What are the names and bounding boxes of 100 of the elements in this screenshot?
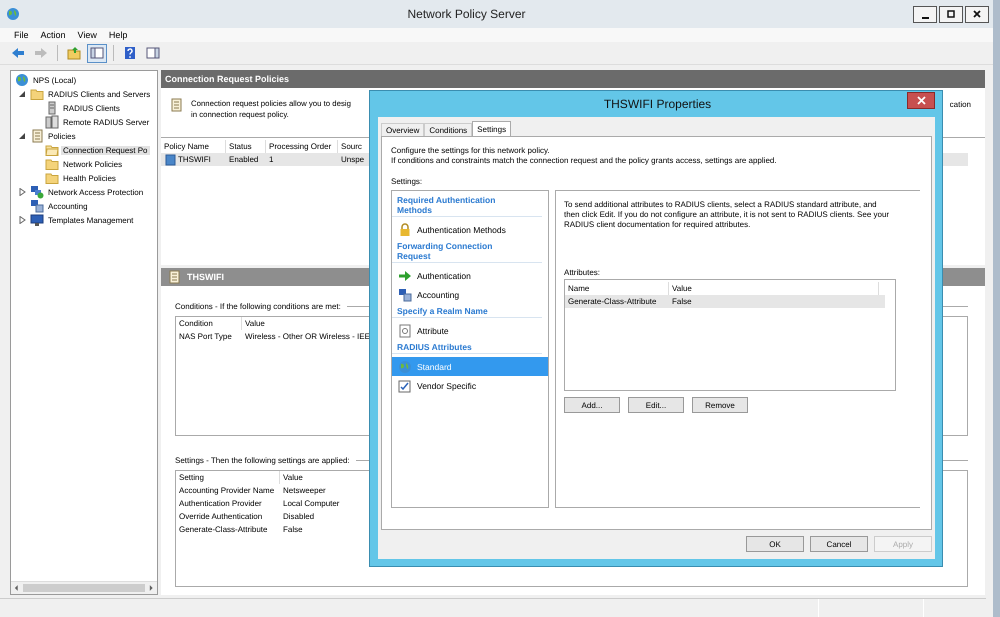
table-cell-text: Override Authentication bbox=[178, 512, 264, 521]
settings-item[interactable]: Attribute bbox=[392, 321, 548, 340]
field-label: Attributes: bbox=[564, 268, 602, 277]
expander-icon[interactable] bbox=[18, 216, 28, 224]
field-label: Settings: bbox=[391, 177, 424, 186]
attribute-button[interactable]: Remove bbox=[692, 397, 748, 413]
description-text: cation bbox=[950, 100, 971, 109]
category-heading: Required Authentication Methods bbox=[392, 193, 542, 217]
expander-icon[interactable] bbox=[18, 90, 28, 98]
monitor-icon bbox=[30, 213, 44, 227]
table-cell: Enabled bbox=[229, 155, 258, 164]
tree-item[interactable]: Policies bbox=[46, 132, 78, 140]
table-cell-text: Disabled bbox=[282, 512, 316, 521]
globe-icon bbox=[15, 73, 29, 87]
maximize-icon bbox=[946, 9, 956, 19]
panel-button[interactable] bbox=[87, 44, 107, 62]
scrollbar-thumb[interactable] bbox=[22, 584, 146, 592]
tree-item[interactable]: Templates Management bbox=[46, 216, 136, 224]
menu-item[interactable]: Action bbox=[40, 30, 66, 40]
section-label: Conditions - If the following conditions are met: bbox=[175, 302, 341, 310]
category-heading: Specify a Realm Name bbox=[392, 304, 542, 318]
expander-icon[interactable] bbox=[18, 188, 28, 196]
settings-item[interactable]: Authentication bbox=[392, 266, 548, 285]
policy-icon bbox=[164, 154, 176, 166]
table-cell-text: Accounting Provider Name bbox=[178, 486, 276, 495]
close-icon bbox=[916, 96, 926, 104]
document-icon bbox=[167, 270, 181, 284]
settings-item[interactable]: Authentication Methods bbox=[392, 220, 548, 239]
lock-icon bbox=[398, 222, 412, 236]
settings-item[interactable]: Accounting bbox=[392, 285, 548, 304]
dialog-button[interactable]: Cancel bbox=[810, 536, 868, 552]
close-button[interactable] bbox=[965, 6, 989, 22]
section-label: Settings - Then the following settings are applied: bbox=[175, 456, 350, 464]
expander-icon[interactable] bbox=[18, 132, 28, 140]
table-cell-text: Local Computer bbox=[282, 499, 340, 508]
tree-item[interactable]: Network Access Protection bbox=[46, 188, 146, 196]
close-icon bbox=[972, 9, 982, 19]
help-icon bbox=[123, 46, 137, 60]
attribute-button[interactable]: Add... bbox=[564, 397, 620, 413]
document-icon bbox=[30, 129, 44, 143]
menu-item[interactable]: View bbox=[78, 30, 97, 40]
panel-icon bbox=[90, 46, 104, 60]
column-header[interactable]: Condition bbox=[176, 317, 242, 330]
tree-item[interactable]: RADIUS Clients bbox=[61, 104, 122, 112]
forward-arrow-icon bbox=[34, 46, 48, 60]
maximize-button[interactable] bbox=[939, 6, 963, 22]
section-title: THSWIFI bbox=[187, 272, 224, 282]
folder-icon bbox=[45, 171, 59, 185]
column-header[interactable]: Setting bbox=[176, 471, 280, 484]
folder-icon bbox=[45, 157, 59, 171]
minimize-button[interactable] bbox=[913, 6, 937, 22]
window-title: Network Policy Server bbox=[406, 7, 527, 21]
table-cell-text: NAS Port Type bbox=[178, 332, 233, 341]
tree-item[interactable]: RADIUS Clients and Servers bbox=[46, 90, 152, 98]
document-icon bbox=[169, 98, 183, 112]
tree-item[interactable]: Remote RADIUS Server bbox=[61, 118, 152, 126]
category-heading: RADIUS Attributes bbox=[392, 340, 542, 354]
tree-item[interactable]: Health Policies bbox=[61, 174, 118, 182]
close-button[interactable] bbox=[907, 92, 935, 108]
checkbox-icon bbox=[398, 378, 412, 392]
panel-icon bbox=[146, 46, 160, 60]
tree-item[interactable]: Accounting bbox=[46, 202, 90, 210]
tree-item[interactable]: Network Policies bbox=[61, 160, 124, 168]
category-heading: Forwarding Connection Request bbox=[392, 239, 542, 263]
tab[interactable]: Conditions bbox=[424, 123, 472, 136]
intro-text: If conditions and constraints match the connection request and the policy grants access, settings are applied. bbox=[391, 156, 778, 166]
pane-header: Connection Request Policies bbox=[161, 70, 985, 88]
table-cell: THSWIFI bbox=[178, 155, 211, 164]
settings-item[interactable]: Vendor Specific bbox=[392, 376, 548, 395]
table-cell-text: False bbox=[671, 297, 693, 306]
attribute-button[interactable]: Edit... bbox=[628, 397, 684, 413]
info-text: To send additional attributes to RADIUS clients, select a RADIUS standard attribute, and then click Edit. If you do not configure an attribute, it is not sent to RADIUS clients. See your RADIUS client documentation for required attributes. bbox=[564, 200, 890, 230]
globe-icon bbox=[398, 360, 412, 374]
folder-icon bbox=[45, 143, 59, 157]
table-cell-text: Generate-Class-Attribute bbox=[567, 297, 658, 306]
attribute-row[interactable]: Generate-Class-Attribute False bbox=[565, 295, 885, 308]
table-cell: 1 bbox=[269, 155, 274, 164]
table-cell-text: Netsweeper bbox=[282, 486, 327, 495]
menu-item[interactable]: Help bbox=[108, 30, 128, 40]
tree-item[interactable]: Connection Request Po bbox=[61, 146, 150, 154]
dialog-title: THSWIFI Properties bbox=[602, 97, 712, 111]
document-icon bbox=[398, 324, 412, 338]
intro-text: Configure the settings for this network policy. bbox=[391, 146, 551, 156]
table-cell: Unspe bbox=[341, 155, 364, 164]
menu-item[interactable]: File bbox=[14, 30, 29, 40]
folder-icon bbox=[30, 87, 44, 101]
back-arrow-icon bbox=[11, 46, 25, 60]
network-icon bbox=[30, 185, 44, 199]
table-cell-text: Generate-Class-Attribute bbox=[178, 525, 268, 534]
tree-item[interactable]: NPS (Local) bbox=[31, 76, 78, 84]
computers-icon bbox=[398, 288, 412, 302]
dialog-button[interactable]: OK bbox=[746, 536, 804, 552]
table-cell-text: Wireless - Other OR Wireless - IEE bbox=[244, 332, 371, 341]
globe-icon bbox=[6, 7, 20, 21]
tab[interactable]: Overview bbox=[381, 123, 424, 136]
arrow-icon bbox=[398, 268, 412, 282]
table-cell-text: False bbox=[282, 525, 304, 534]
table-cell-text: Authentication Provider bbox=[178, 499, 263, 508]
computers-icon bbox=[30, 199, 44, 213]
tab[interactable]: Settings bbox=[472, 121, 512, 136]
